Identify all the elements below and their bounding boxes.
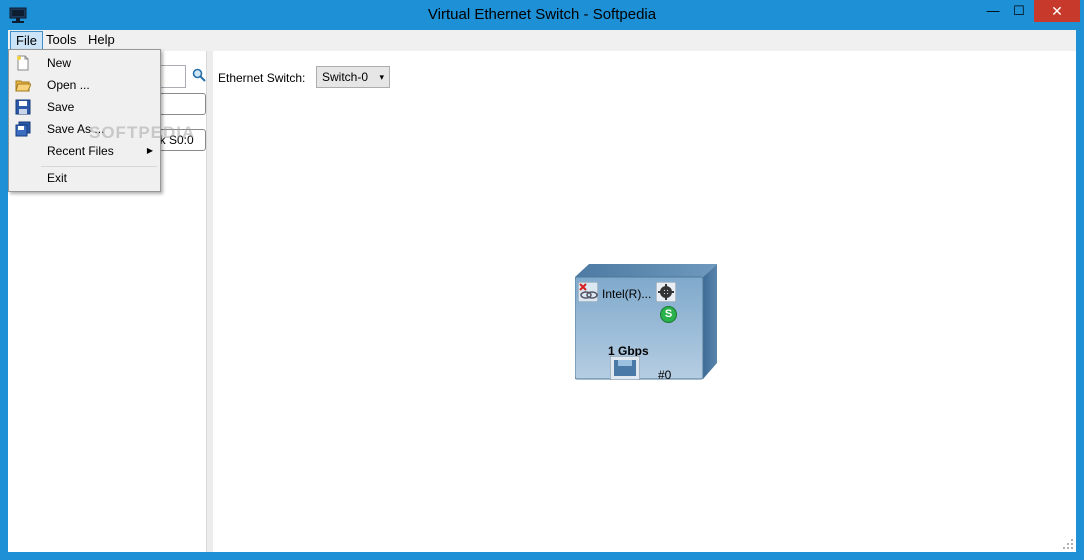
device-box-shape bbox=[575, 264, 717, 380]
file-menu-dropdown: New Open ... Save Save As ... Recent Fil… bbox=[8, 49, 194, 192]
menu-item-recent-files[interactable]: Recent Files ▶ bbox=[11, 140, 159, 162]
menu-tools[interactable]: Tools bbox=[40, 31, 82, 50]
chevron-down-icon: ▾ bbox=[379, 72, 384, 82]
menu-item-new-label: New bbox=[47, 56, 72, 70]
ethernet-port-icon bbox=[610, 356, 640, 380]
status-badge: S bbox=[660, 306, 677, 323]
floppy-disk-icon bbox=[15, 99, 31, 115]
adapter-name-label: Intel(R)... bbox=[602, 287, 652, 301]
menu-item-exit-label: Exit bbox=[47, 171, 68, 185]
app-window: Virtual Ethernet Switch - Softpedia — ☐ … bbox=[0, 0, 1084, 560]
menu-item-open[interactable]: Open ... bbox=[11, 74, 159, 96]
save-as-icon bbox=[15, 121, 31, 137]
menu-item-exit[interactable]: Exit bbox=[11, 167, 159, 189]
ethernet-switch-selected: Switch-0 bbox=[322, 70, 369, 84]
menu-item-save[interactable]: Save bbox=[11, 96, 159, 118]
resize-grip-icon[interactable] bbox=[1062, 538, 1074, 550]
ethernet-switch-select[interactable]: Switch-0 ▾ bbox=[316, 66, 390, 88]
gear-icon[interactable] bbox=[656, 282, 676, 302]
softpedia-watermark: SOFTPEDIA bbox=[89, 123, 196, 142]
menu-item-recent-files-label: Recent Files bbox=[47, 144, 114, 158]
menu-item-save-label: Save bbox=[47, 100, 75, 114]
window-title: Virtual Ethernet Switch - Softpedia bbox=[427, 6, 657, 23]
title-bar[interactable]: Virtual Ethernet Switch - Softpedia — ☐ … bbox=[0, 0, 1084, 30]
menu-item-open-label: Open ... bbox=[47, 78, 90, 92]
search-icon[interactable] bbox=[192, 68, 206, 82]
menu-bar: File Tools Help bbox=[8, 30, 1076, 51]
menu-help[interactable]: Help bbox=[82, 31, 121, 50]
port-number-label: #0 bbox=[658, 368, 672, 382]
switch-canvas: Ethernet Switch: Switch-0 ▾ Intel(R)... … bbox=[213, 51, 1076, 552]
maximize-button[interactable]: ☐ bbox=[1004, 0, 1034, 22]
close-button[interactable]: ✕ bbox=[1034, 0, 1080, 22]
ethernet-switch-label: Ethernet Switch: bbox=[218, 71, 306, 85]
new-document-icon bbox=[17, 55, 29, 71]
network-adapter-device[interactable]: Intel(R)... S 1 Gbps #0 bbox=[575, 263, 717, 382]
submenu-arrow-icon: ▶ bbox=[146, 146, 153, 155]
disconnected-link-icon[interactable] bbox=[578, 282, 598, 302]
menu-item-new[interactable]: New bbox=[11, 52, 159, 74]
folder-open-icon bbox=[15, 80, 31, 92]
menu-file[interactable]: File bbox=[10, 31, 43, 50]
status-badge-text: S bbox=[664, 308, 673, 320]
